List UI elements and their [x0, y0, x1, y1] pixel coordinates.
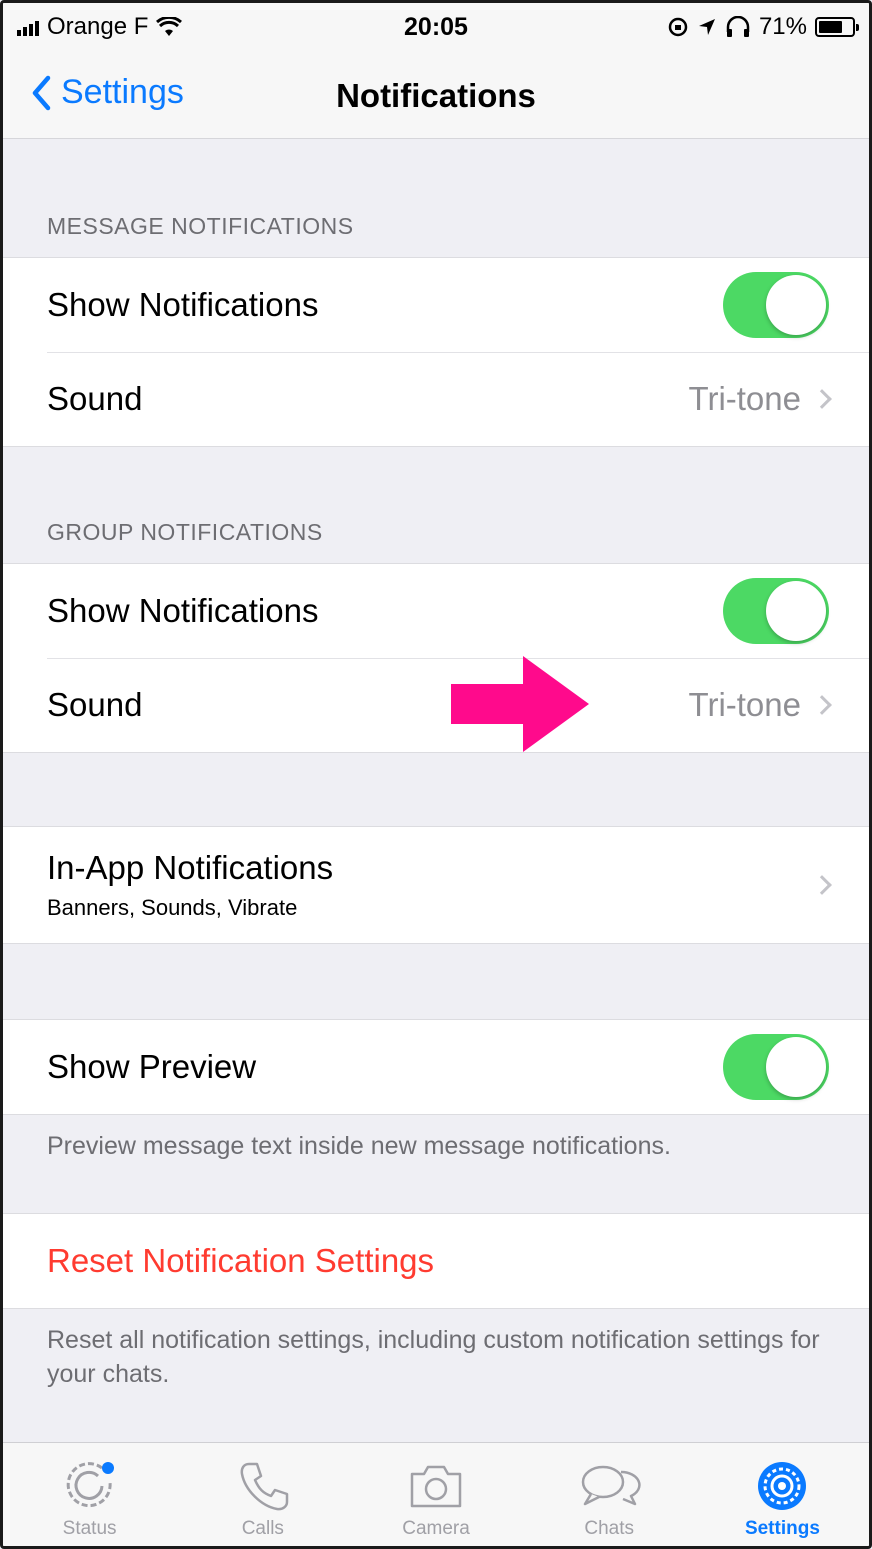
message-sound-row[interactable]: Sound Tri-tone	[3, 352, 869, 446]
tab-chats[interactable]: Chats	[523, 1443, 696, 1546]
in-app-notifications-subtitle: Banners, Sounds, Vibrate	[47, 895, 298, 920]
toggle-knob	[766, 1037, 826, 1097]
message-sound-value: Tri-tone	[688, 380, 801, 417]
phone-screen: Orange F 20:05 71% Settings Notification…	[0, 0, 872, 1549]
tab-calls[interactable]: Calls	[176, 1443, 349, 1546]
message-notifications-header: MESSAGE NOTIFICATIONS	[47, 213, 354, 239]
location-arrow-icon	[698, 19, 715, 35]
battery-percent: 71%	[758, 13, 807, 40]
group-sound-row[interactable]: Sound Tri-tone	[3, 658, 869, 752]
in-app-notifications-group: In-App Notifications Banners, Sounds, Vi…	[3, 826, 869, 944]
group-sound-value: Tri-tone	[688, 686, 801, 723]
show-preview-group: Show Preview	[3, 1019, 869, 1115]
tab-status-label: Status	[62, 1518, 117, 1539]
show-preview-label: Show Preview	[47, 1048, 257, 1085]
battery-icon	[815, 17, 859, 37]
show-preview-toggle[interactable]	[723, 1034, 829, 1100]
headphones-icon	[726, 16, 750, 37]
chevron-right-icon	[812, 389, 832, 409]
tab-bar: Status Calls Camera Chats Settings	[3, 1442, 869, 1546]
group-show-notifications-toggle[interactable]	[723, 578, 829, 644]
reset-notification-settings-row[interactable]: Reset Notification Settings	[3, 1214, 869, 1308]
message-sound-label: Sound	[47, 380, 143, 417]
in-app-notifications-label: In-App Notifications	[47, 849, 334, 886]
tab-chats-label: Chats	[584, 1518, 635, 1539]
tab-status[interactable]: Status	[3, 1443, 176, 1546]
chat-bubbles-icon	[581, 1465, 641, 1506]
message-notifications-group: Show Notifications Sound Tri-tone	[3, 257, 869, 447]
tab-camera-label: Camera	[402, 1518, 470, 1539]
message-show-notifications-label: Show Notifications	[47, 286, 319, 323]
gear-icon	[758, 1462, 807, 1510]
group-show-notifications-label: Show Notifications	[47, 592, 319, 629]
tab-camera[interactable]: Camera	[349, 1443, 522, 1546]
show-preview-note: Preview message text inside new message …	[47, 1132, 671, 1160]
phone-icon	[240, 1462, 289, 1511]
toggle-knob	[766, 581, 826, 641]
reset-note: Reset all notification settings, includi…	[47, 1326, 820, 1388]
in-app-notifications-row[interactable]: In-App Notifications Banners, Sounds, Vi…	[3, 827, 869, 943]
group-notifications-group: Show Notifications Sound Tri-tone	[3, 563, 869, 753]
group-show-notifications-row: Show Notifications	[3, 564, 869, 658]
tab-settings-label: Settings	[744, 1518, 820, 1539]
chevron-right-icon	[812, 695, 832, 715]
toggle-knob	[766, 275, 826, 335]
tab-calls-label: Calls	[241, 1518, 284, 1539]
page-title: Notifications	[336, 77, 536, 114]
status-right: 71%	[667, 13, 859, 41]
reset-group: Reset Notification Settings	[3, 1213, 869, 1309]
show-preview-row: Show Preview	[3, 1020, 869, 1114]
status-bar: Orange F 20:05 71%	[3, 3, 869, 53]
orientation-lock-icon	[668, 17, 688, 37]
status-icon	[66, 1462, 114, 1508]
tab-settings[interactable]: Settings	[696, 1443, 869, 1546]
camera-icon	[410, 1465, 462, 1508]
message-show-notifications-toggle[interactable]	[723, 272, 829, 338]
navigation-bar: Settings Notifications	[3, 53, 869, 139]
in-app-notifications-text: In-App Notifications Banners, Sounds, Vi…	[47, 849, 815, 921]
group-notifications-header: GROUP NOTIFICATIONS	[47, 519, 323, 545]
pink-arrow-annotation	[451, 656, 589, 752]
message-show-notifications-row: Show Notifications	[3, 258, 869, 352]
reset-notification-settings-button[interactable]: Reset Notification Settings	[47, 1242, 829, 1280]
group-sound-label: Sound	[47, 686, 143, 723]
battery-fill	[819, 21, 842, 33]
chevron-right-icon	[812, 875, 832, 895]
